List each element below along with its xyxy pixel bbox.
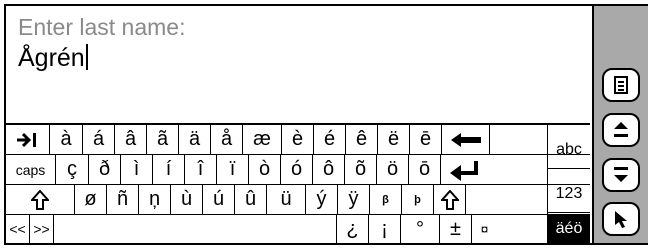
key-a-umlaut[interactable]: ä: [179, 125, 211, 154]
key-o-circumflex[interactable]: ô: [313, 155, 345, 184]
scroll-right-key[interactable]: >>: [30, 215, 54, 243]
pointer-icon: [615, 211, 627, 228]
scroll-left-key[interactable]: <<: [6, 215, 30, 243]
shift-key-left[interactable]: [6, 185, 75, 214]
key-u-circumflex[interactable]: û: [235, 185, 267, 214]
key-u-grave[interactable]: ù: [171, 185, 203, 214]
key-u-acute[interactable]: ú: [203, 185, 235, 214]
key-n-cedilla[interactable]: ņ: [139, 185, 171, 214]
key-e-macron[interactable]: ē: [410, 125, 442, 154]
menu-icon: [614, 76, 628, 94]
name-field[interactable]: Ågrén: [18, 44, 88, 73]
key-inverted-question[interactable]: ¿: [337, 215, 369, 243]
key-e-acute[interactable]: é: [314, 125, 346, 154]
key-a-tilde[interactable]: ã: [147, 125, 179, 154]
key-o-umlaut[interactable]: ö: [377, 155, 409, 184]
key-degree[interactable]: °: [401, 215, 440, 243]
name-value: Ågrén: [18, 44, 85, 72]
keyboard-row-3: ø ñ ņ ù ú û ü ý ÿ β þ: [6, 185, 466, 214]
on-screen-keyboard: à á â ã ä å æ è é ê ë ē caps ç ð ì í î ï…: [6, 125, 590, 243]
key-e-umlaut[interactable]: ë: [378, 125, 410, 154]
key-eth[interactable]: ð: [89, 155, 121, 184]
key-y-umlaut[interactable]: ÿ: [338, 185, 370, 214]
key-plus-minus[interactable]: ±: [440, 215, 472, 243]
text-input-area[interactable]: Enter last name: Ågrén: [6, 6, 590, 125]
keyboard-row-4: << >> ¿ ¡ ° ± ¤: [6, 215, 497, 243]
keyboard-mode-column: abc 123 äéö: [547, 125, 590, 243]
numeric-mode-button[interactable]: 123: [548, 170, 590, 213]
key-y-acute[interactable]: ý: [306, 185, 338, 214]
key-o-grave[interactable]: ò: [249, 155, 281, 184]
enter-key[interactable]: [441, 155, 486, 184]
scroll-up-icon: [614, 122, 628, 137]
scroll-up-button[interactable]: [602, 113, 640, 147]
key-a-acute[interactable]: á: [83, 125, 115, 154]
key-n-tilde[interactable]: ñ: [107, 185, 139, 214]
shift-key-right[interactable]: [434, 185, 466, 214]
key-u-umlaut[interactable]: ü: [267, 185, 306, 214]
key-beta[interactable]: β: [370, 185, 402, 214]
key-o-tilde[interactable]: õ: [345, 155, 377, 184]
backspace-key[interactable]: [442, 125, 490, 154]
key-i-acute[interactable]: í: [153, 155, 185, 184]
key-a-ring[interactable]: å: [211, 125, 243, 154]
key-ae[interactable]: æ: [243, 125, 282, 154]
abc-mode-button[interactable]: abc: [548, 125, 590, 169]
pointer-button[interactable]: [602, 202, 640, 236]
key-e-grave[interactable]: è: [282, 125, 314, 154]
key-i-umlaut[interactable]: ï: [217, 155, 249, 184]
key-thorn[interactable]: þ: [402, 185, 434, 214]
key-currency[interactable]: ¤: [472, 215, 497, 243]
text-entry-window: Enter last name: Ågrén à á â ã ä å æ è é…: [4, 4, 648, 245]
text-caret: [85, 44, 88, 70]
menu-button[interactable]: [602, 68, 640, 102]
scroll-down-button[interactable]: [602, 158, 640, 192]
key-o-macron[interactable]: ō: [409, 155, 441, 184]
key-c-cedilla[interactable]: ç: [56, 155, 89, 184]
scroll-sidebar: [592, 6, 648, 243]
key-o-acute[interactable]: ó: [281, 155, 313, 184]
key-a-grave[interactable]: à: [50, 125, 83, 154]
tab-key[interactable]: [6, 125, 50, 154]
key-inverted-exclamation[interactable]: ¡: [369, 215, 401, 243]
key-i-circumflex[interactable]: î: [185, 155, 217, 184]
key-a-circumflex[interactable]: â: [115, 125, 147, 154]
key-e-circumflex[interactable]: ê: [346, 125, 378, 154]
space-key[interactable]: [54, 215, 337, 243]
keyboard-row-1: à á â ã ä å æ è é ê ë ē: [6, 125, 490, 154]
accent-mode-button[interactable]: äéö: [548, 214, 590, 243]
key-i-grave[interactable]: ì: [121, 155, 153, 184]
prompt-label: Enter last name:: [18, 14, 186, 40]
caps-key[interactable]: caps: [6, 155, 56, 184]
scroll-down-icon: [614, 167, 628, 182]
keyboard-row-2: caps ç ð ì í î ï ò ó ô õ ö ō: [6, 155, 486, 184]
key-o-slash[interactable]: ø: [75, 185, 107, 214]
